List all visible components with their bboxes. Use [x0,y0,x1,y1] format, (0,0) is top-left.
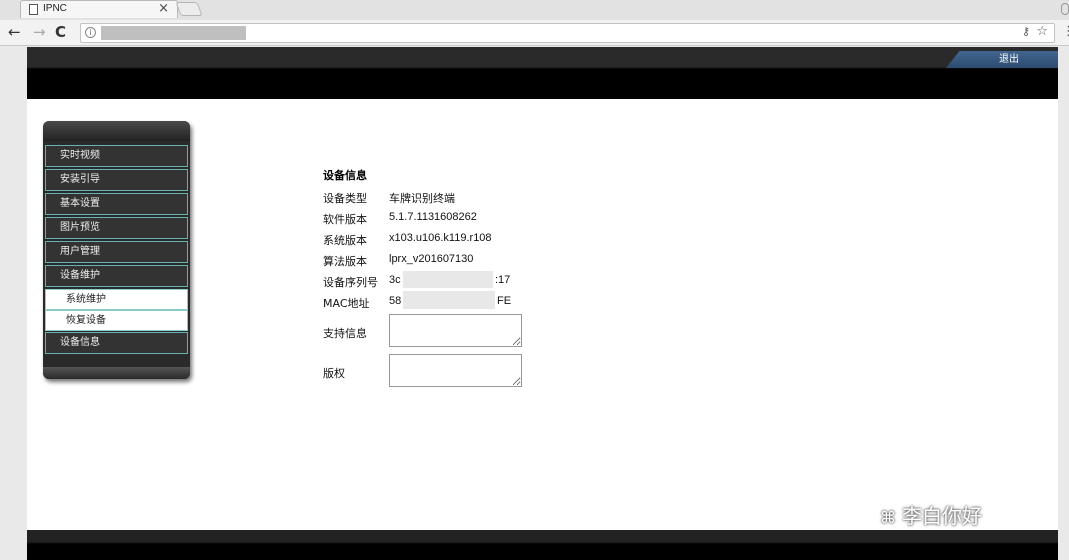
sidebar-item-device-maintenance[interactable]: 设备维护 [45,265,188,287]
sidebar-subitem-restore-device[interactable]: 恢复设备 [45,310,188,331]
browser-tab-bar: IPNC × [0,0,1069,20]
sidebar-item-user-management[interactable]: 用户管理 [45,241,188,263]
copyright-label: 版权 [323,367,345,380]
algorithm-version-value: lprx_v201607130 [389,253,474,265]
mac-address-label: MAC地址 [323,297,370,310]
tab-title: IPNC [43,3,67,14]
sidebar-subitem-system-maintenance[interactable]: 系统维护 [45,289,188,310]
web-page: 退出 实时视频 安装引导 基本设置 图片预览 用户管理 设备维护 系统维护 恢复… [27,47,1058,560]
algorithm-version-label: 算法版本 [323,255,367,268]
serial-redacted [403,271,493,288]
star-icon[interactable]: ☆ [1036,24,1048,39]
sidebar-item-live-video[interactable]: 实时视频 [45,145,188,167]
mac-redacted [403,291,495,309]
sidebar-footer [43,367,190,379]
copyright-textarea[interactable] [389,354,522,387]
info-icon[interactable]: i [85,27,96,38]
sidebar-item-install-guide[interactable]: 安装引导 [45,169,188,191]
address-toolbar: ← → C i ⚷ ☆ ⋮ [0,20,1069,46]
menu-icon[interactable]: ⋮ [1062,24,1069,39]
url-input[interactable]: i ⚷ ☆ [80,23,1055,43]
browser-tab[interactable]: IPNC × [20,0,178,18]
logout-button[interactable]: 退出 [946,51,1058,68]
software-version-label: 软件版本 [323,213,367,226]
watermark-text: 李白你好 [902,504,982,528]
system-version-label: 系统版本 [323,234,367,247]
key-icon[interactable]: ⚷ [1022,25,1030,38]
serial-number-prefix: 3c [389,274,401,286]
close-icon[interactable]: × [158,1,169,16]
page-title: 设备信息 [323,169,367,182]
back-arrow-icon[interactable]: ← [8,23,21,41]
sidebar-header [43,121,190,141]
device-type-value: 车牌识别终端 [389,193,455,205]
window-control-icon[interactable] [1061,3,1069,15]
serial-number-label: 设备序列号 [323,276,378,289]
page-footer [27,530,1058,560]
page-icon [29,4,38,15]
system-version-value: x103.u106.k119.r108 [389,232,492,244]
page-header: 退出 [27,47,1058,99]
sidebar-menu: 实时视频 安装引导 基本设置 图片预览 用户管理 设备维护 系统维护 恢复设备 … [43,121,190,379]
wechat-icon: ⌘ [880,508,896,527]
mac-address-suffix: FE [497,295,512,307]
new-tab-button[interactable] [175,2,203,16]
mac-address-prefix: 58 [389,295,402,307]
support-info-textarea[interactable] [389,314,522,347]
device-type-label: 设备类型 [323,192,367,205]
reload-icon[interactable]: C [55,23,66,41]
sidebar-item-image-preview[interactable]: 图片预览 [45,217,188,239]
sidebar-item-device-info[interactable]: 设备信息 [45,332,188,354]
software-version-value: 5.1.7.1131608262 [389,211,477,223]
serial-number-suffix: :17 [495,274,511,286]
support-info-label: 支持信息 [323,327,367,340]
forward-arrow-icon[interactable]: → [33,23,46,41]
sidebar-item-basic-settings[interactable]: 基本设置 [45,193,188,215]
watermark: ⌘ 李白你好 [880,500,982,529]
url-redacted [101,26,246,40]
